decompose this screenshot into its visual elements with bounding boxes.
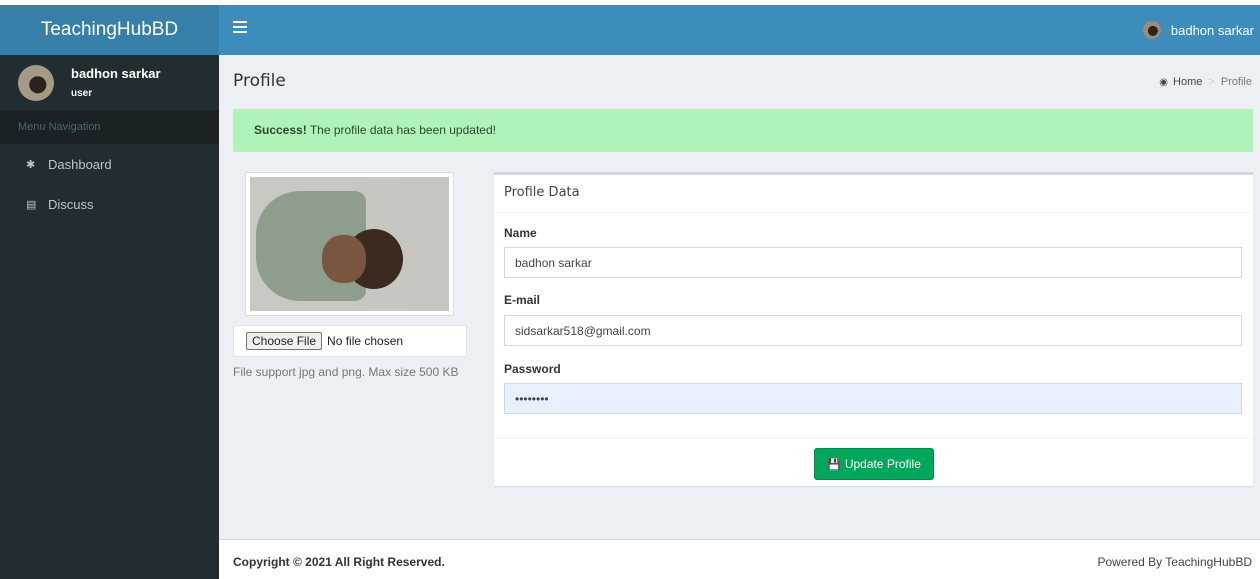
email-label: E-mail: [504, 293, 541, 307]
top-navbar: badhon sarkar: [219, 5, 1260, 55]
success-alert: Success! The profile data has been updat…: [233, 109, 1253, 152]
navbar-user-menu[interactable]: badhon sarkar: [1142, 5, 1254, 55]
list-icon: ▤: [26, 198, 37, 211]
sidebar-avatar: [18, 64, 54, 101]
box-footer: [494, 438, 1253, 439]
dashboard-icon: ◉: [1159, 76, 1169, 88]
home-icon: ✱: [26, 158, 36, 171]
sidebar-item-discuss[interactable]: ▤ Discuss: [0, 184, 219, 224]
sidebar-item-label: Dashboard: [48, 156, 112, 172]
breadcrumb: ◉ Home > Profile: [1159, 76, 1252, 88]
page-footer: Copyright © 2021 All Right Reserved. Pow…: [219, 539, 1260, 579]
save-icon: 💾: [827, 458, 841, 471]
sidebar: badhon sarkar user Menu Navigation ✱ Das…: [0, 55, 219, 579]
sidebar-toggle-icon[interactable]: [233, 21, 247, 35]
brand-logo[interactable]: TeachingHubBD: [0, 5, 219, 55]
profile-photo: [245, 172, 454, 316]
footer-powered-by: Powered By TeachingHubBD: [1097, 555, 1252, 569]
email-field[interactable]: [504, 315, 1242, 346]
name-field[interactable]: [504, 247, 1242, 278]
file-status: No file chosen: [327, 334, 404, 348]
breadcrumb-current: Profile: [1220, 76, 1252, 88]
sidebar-item-dashboard[interactable]: ✱ Dashboard: [0, 144, 219, 184]
box-title: Profile Data: [494, 175, 1253, 213]
menu-header: Menu Navigation: [0, 110, 219, 144]
page-title: Profile: [233, 71, 286, 91]
password-label: Password: [504, 362, 561, 376]
sidebar-user-name: badhon sarkar: [71, 66, 161, 81]
profile-data-box: Profile Data Name E-mail Password 💾 Upda…: [494, 172, 1253, 486]
choose-file-button[interactable]: Choose File: [246, 332, 323, 350]
navbar-avatar: [1142, 21, 1161, 39]
alert-message: The profile data has been updated!: [306, 123, 496, 137]
breadcrumb-home[interactable]: Home: [1173, 76, 1202, 88]
sidebar-item-label: Discuss: [48, 196, 94, 212]
footer-copyright: Copyright © 2021 All Right Reserved.: [233, 555, 445, 569]
sidebar-user-panel: badhon sarkar user: [0, 55, 219, 110]
brand-name: TeachingHubBD: [40, 19, 179, 40]
password-field[interactable]: [504, 383, 1242, 414]
alert-strong: Success!: [254, 123, 307, 137]
breadcrumb-separator: >: [1208, 76, 1215, 88]
update-profile-button[interactable]: 💾 Update Profile: [814, 448, 934, 480]
update-profile-label: Update Profile: [844, 457, 921, 471]
file-upload-input[interactable]: Choose File No file chosen: [233, 325, 467, 357]
navbar-user-name: badhon sarkar: [1170, 22, 1254, 38]
file-help-text: File support jpg and png. Max size 500 K…: [233, 365, 459, 379]
name-label: Name: [504, 226, 537, 240]
sidebar-user-role: user: [71, 88, 93, 99]
